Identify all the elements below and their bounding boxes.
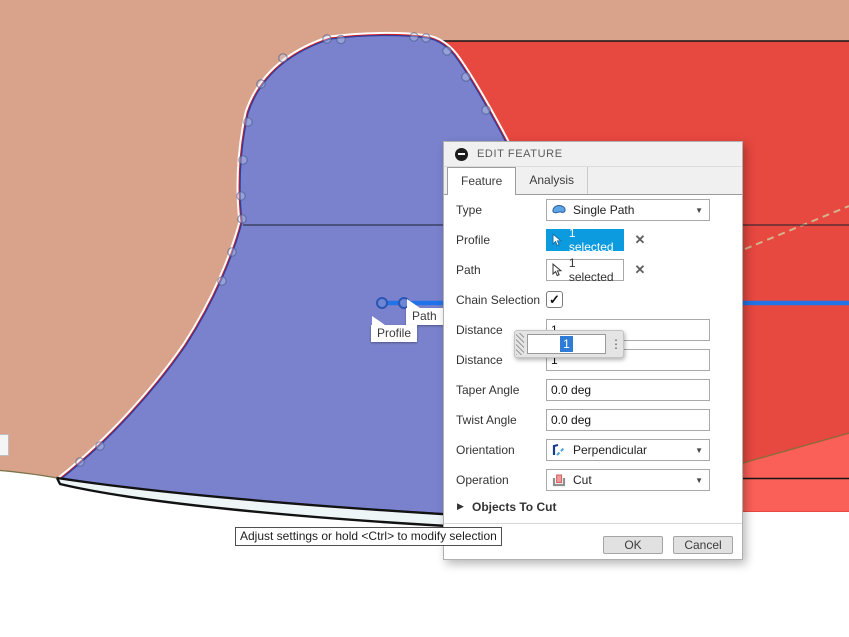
type-row: Type Single Path ▼	[444, 195, 742, 225]
distance-manipulator[interactable]: 1 ⋮	[514, 330, 624, 358]
tab-feature[interactable]: Feature	[447, 167, 516, 195]
left-edge-widget	[0, 434, 9, 456]
orientation-row: Orientation Perpendicular ▼	[444, 435, 742, 465]
type-label: Type	[456, 203, 482, 217]
path-callout-label: Path	[406, 308, 443, 325]
profile-label: Profile	[456, 233, 490, 247]
collapse-dialog-icon[interactable]	[455, 148, 468, 161]
chevron-down-icon: ▼	[695, 446, 703, 455]
cursor-icon	[552, 263, 564, 277]
cut-operation-icon	[551, 472, 567, 488]
profile-selection-button[interactable]: 1 selected	[546, 229, 624, 251]
operation-row: Operation Cut ▼	[444, 465, 742, 495]
operation-label: Operation	[456, 473, 509, 487]
profile-clear-icon[interactable]: ✕	[630, 229, 650, 251]
twist-angle-row: Twist Angle	[444, 405, 742, 435]
twist-angle-label: Twist Angle	[456, 413, 517, 427]
path-label: Path	[456, 263, 481, 277]
dialog-title: EDIT FEATURE	[477, 148, 563, 160]
single-path-icon	[551, 202, 567, 218]
type-dropdown[interactable]: Single Path ▼	[546, 199, 710, 221]
cancel-button[interactable]: Cancel	[673, 536, 733, 554]
objects-to-cut-label: Objects To Cut	[472, 500, 556, 514]
orientation-value: Perpendicular	[573, 443, 695, 457]
objects-to-cut-section[interactable]: ▶ Objects To Cut	[444, 495, 742, 521]
kebab-menu-icon[interactable]: ⋮	[609, 339, 623, 349]
perpendicular-icon	[551, 442, 567, 458]
chain-selection-row: Chain Selection ✓	[444, 285, 742, 315]
taper-angle-label: Taper Angle	[456, 383, 519, 397]
chevron-down-icon: ▼	[695, 476, 703, 485]
operation-dropdown[interactable]: Cut ▼	[546, 469, 710, 491]
chevron-down-icon: ▼	[695, 206, 703, 215]
ok-button[interactable]: OK	[603, 536, 663, 554]
profile-callout-text: Profile	[377, 326, 411, 340]
dialog-header[interactable]: EDIT FEATURE	[444, 142, 742, 167]
profile-callout-label: Profile	[371, 325, 417, 342]
viewport: Path Profile EDIT FEATURE Feature Analys…	[0, 0, 849, 637]
twist-angle-input[interactable]	[546, 409, 710, 431]
distance2-label: Distance	[456, 353, 503, 367]
type-value: Single Path	[573, 203, 695, 217]
chain-selection-checkbox[interactable]: ✓	[546, 291, 563, 308]
path-selected-count: 1 selected	[569, 256, 623, 284]
manipulator-value: 1	[560, 336, 573, 352]
manipulator-input[interactable]: 1	[527, 334, 606, 354]
profile-selected-count: 1 selected	[569, 226, 623, 254]
path-clear-icon[interactable]: ✕	[630, 259, 650, 281]
orientation-dropdown[interactable]: Perpendicular ▼	[546, 439, 710, 461]
dialog-tab-bar: Feature Analysis	[444, 167, 742, 195]
expand-arrow-icon[interactable]: ▶	[457, 501, 464, 512]
operation-value: Cut	[573, 473, 695, 487]
cursor-icon	[552, 233, 564, 247]
profile-row: Profile 1 selected ✕	[444, 225, 742, 255]
taper-angle-input[interactable]	[546, 379, 710, 401]
taper-angle-row: Taper Angle	[444, 375, 742, 405]
path-callout-text: Path	[412, 309, 437, 323]
path-selection-button[interactable]: 1 selected	[546, 259, 624, 281]
tab-analysis[interactable]: Analysis	[516, 167, 588, 194]
path-row: Path 1 selected ✕	[444, 255, 742, 285]
orientation-label: Orientation	[456, 443, 515, 457]
chain-selection-label: Chain Selection	[456, 293, 540, 307]
drag-grip-icon[interactable]	[516, 333, 524, 355]
distance1-label: Distance	[456, 323, 503, 337]
footer-separator	[444, 523, 742, 524]
status-tooltip: Adjust settings or hold <Ctrl> to modify…	[235, 527, 502, 546]
